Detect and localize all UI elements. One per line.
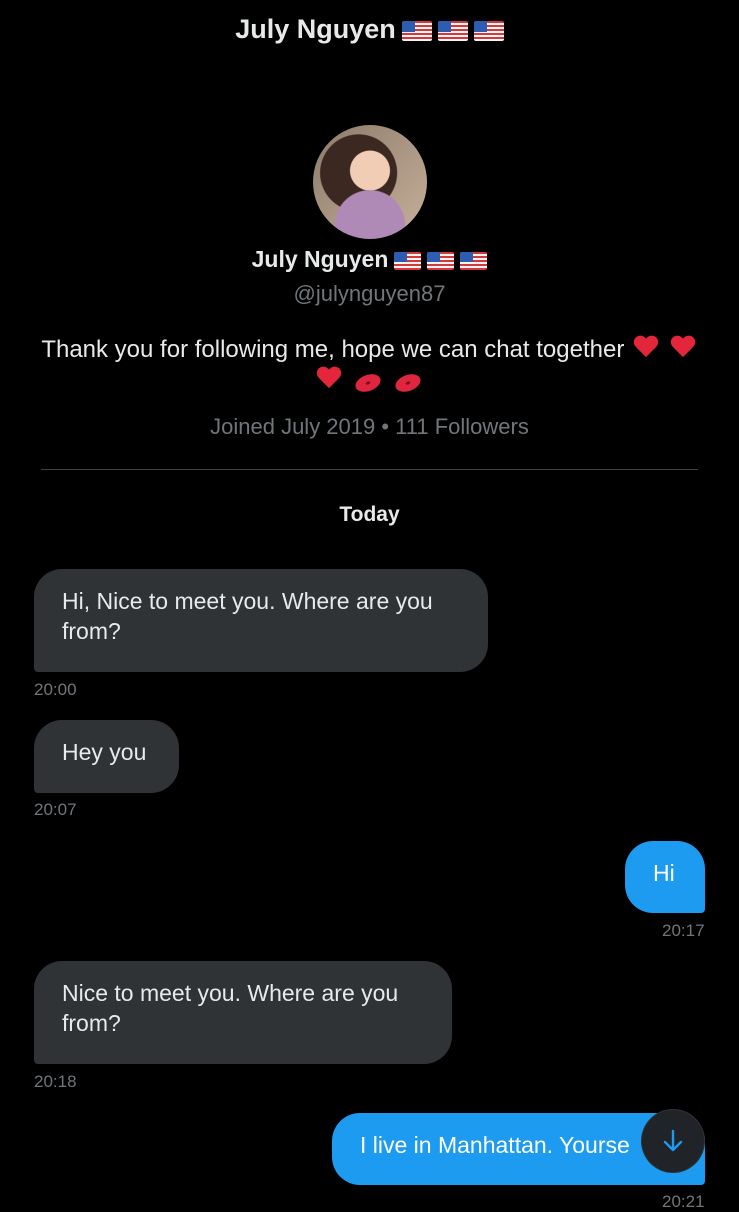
message-text: I live in Manhattan. Yourse — [360, 1132, 630, 1158]
kiss-mark-icon — [393, 371, 424, 395]
message-timestamp: 20:00 — [34, 680, 77, 699]
red-heart-icon — [316, 367, 342, 391]
us-flag-icon — [473, 20, 504, 41]
profile-name-text: July Nguyen — [251, 246, 389, 272]
profile-name[interactable]: July Nguyen — [0, 246, 739, 273]
kiss-mark-icon — [352, 371, 383, 395]
us-flag-icon — [437, 20, 468, 41]
divider — [41, 469, 698, 470]
message-text: Hi, Nice to meet you. Where are you from… — [62, 588, 433, 644]
day-separator: Today — [339, 503, 400, 526]
message-text: Hey you — [62, 739, 147, 765]
red-heart-icon — [670, 336, 696, 360]
profile-meta: Joined July 2019 • 111 Followers — [210, 414, 529, 439]
us-flag-icon — [401, 20, 432, 41]
message-text: Hi — [653, 860, 675, 886]
message-bubble-outgoing[interactable]: Hi — [625, 841, 705, 913]
red-heart-icon — [633, 336, 659, 360]
message-timestamp: 20:17 — [662, 921, 705, 940]
conversation-header-title: July Nguyen — [0, 14, 739, 45]
us-flag-icon — [427, 251, 455, 270]
bio-text: Thank you for following me, hope we can … — [41, 336, 625, 363]
message-bubble-incoming[interactable]: Hey you — [34, 720, 179, 793]
profile-handle[interactable]: @julynguyen87 — [0, 281, 739, 307]
message-timestamp: 20:21 — [662, 1192, 705, 1211]
arrow-down-icon — [663, 1129, 683, 1152]
us-flag-icon — [394, 251, 422, 270]
header-name: July Nguyen — [235, 14, 396, 44]
message-bubble-incoming[interactable]: Hi, Nice to meet you. Where are you from… — [34, 569, 488, 672]
scroll-to-bottom-button[interactable] — [642, 1110, 704, 1172]
message-timestamp: 20:07 — [34, 800, 77, 819]
profile-avatar[interactable] — [313, 125, 427, 239]
profile-bio: Thank you for following me, hope we can … — [40, 334, 699, 396]
message-timestamp: 20:18 — [34, 1072, 77, 1091]
message-text: Nice to meet you. Where are you from? — [62, 980, 399, 1036]
message-bubble-incoming[interactable]: Nice to meet you. Where are you from? — [34, 961, 452, 1064]
us-flag-icon — [460, 251, 488, 270]
